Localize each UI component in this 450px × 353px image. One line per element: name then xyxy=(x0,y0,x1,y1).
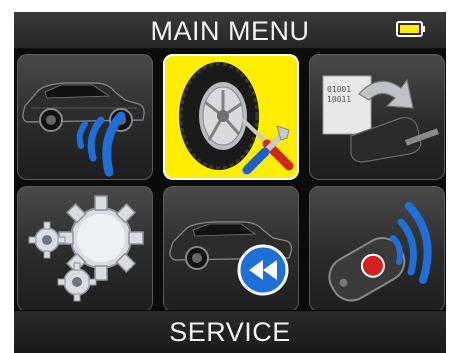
menu-tile-tpms-check[interactable] xyxy=(17,54,153,180)
svg-text:01001: 01001 xyxy=(327,85,351,94)
footer-label: SERVICE xyxy=(169,317,291,347)
menu-tile-history[interactable] xyxy=(163,186,299,312)
car-tpms-signal-icon xyxy=(22,82,145,177)
remote-key-fob-signal-icon xyxy=(328,202,432,302)
page-title: MAIN MENU xyxy=(150,16,310,46)
menu-tile-key-fob[interactable] xyxy=(309,186,445,312)
header-bar: MAIN MENU xyxy=(14,12,446,49)
footer-bar: SERVICE xyxy=(14,310,446,353)
menu-tile-settings[interactable] xyxy=(17,186,153,312)
device-screen: MAIN MENU 01001 10011 SERVICE xyxy=(14,12,446,353)
svg-text:10011: 10011 xyxy=(327,95,351,104)
battery-full-icon xyxy=(396,21,425,37)
car-rewind-history-icon xyxy=(169,221,293,296)
software-update-icon: 01001 10011 xyxy=(322,75,440,163)
settings-gears-icon xyxy=(28,195,144,302)
menu-tile-software-update[interactable]: 01001 10011 xyxy=(309,54,445,180)
tire-service-tools-icon xyxy=(179,62,294,175)
menu-tile-service[interactable] xyxy=(163,54,299,180)
